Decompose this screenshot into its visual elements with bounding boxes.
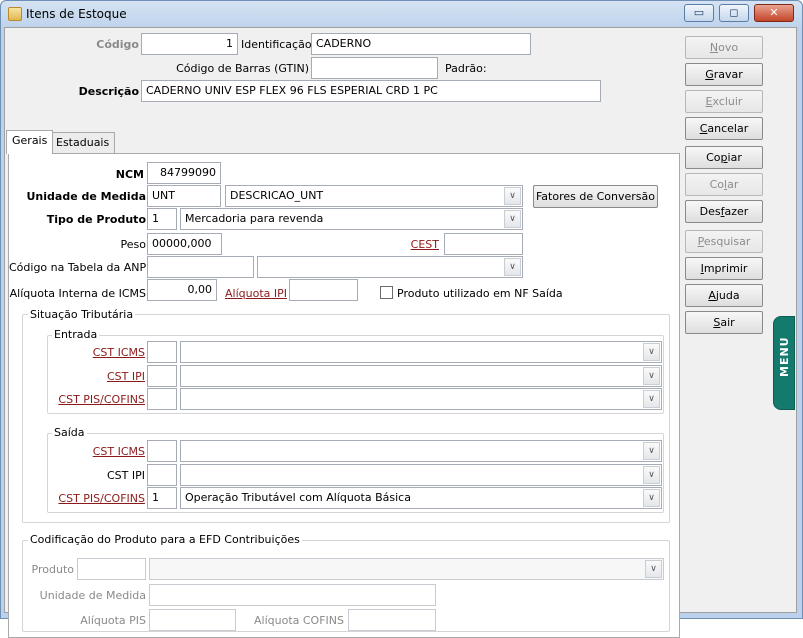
saida-cst-ipi-code[interactable] (147, 464, 177, 486)
entrada-cst-pis-cofins-link[interactable]: CST PIS/COFINS (49, 393, 145, 406)
ncm-field[interactable]: 84799090 (147, 162, 221, 184)
saida-cst-ipi-combo[interactable]: ∨ (180, 464, 662, 486)
icms-field[interactable]: 0,00 (147, 279, 217, 301)
ipi-field[interactable] (289, 279, 358, 301)
title-bar[interactable]: Itens de Estoque ▭ ◻ ✕ (1, 1, 802, 28)
peso-field[interactable]: 00000,000 (147, 233, 222, 255)
saida-cst-pis-cofins-combo[interactable]: Operação Tributável com Alíquota Básica … (180, 487, 662, 509)
identificacao-field[interactable]: CADERNO (311, 33, 531, 55)
aliquota-ipi-link[interactable]: Alíquota IPI (225, 287, 287, 300)
form-client-area: Código 1 Identificação CADERNO Código de… (4, 27, 797, 638)
anp-label: Código na Tabela da ANP (9, 261, 147, 274)
colar-button[interactable]: Colar (685, 173, 763, 196)
situacao-tributaria-title: Situação Tributária (28, 308, 136, 321)
unidade-combo[interactable]: DESCRICAO_UNT ∨ (225, 185, 523, 207)
entrada-cst-icms-link[interactable]: CST ICMS (49, 346, 145, 359)
tab-estaduais[interactable]: Estaduais (50, 132, 116, 153)
saida-cst-pis-cofins-desc: Operação Tributável com Alíquota Básica (185, 491, 411, 504)
entrada-cst-icms-combo[interactable]: ∨ (180, 341, 662, 363)
entrada-title: Entrada (52, 328, 100, 341)
tab-gerais[interactable]: Gerais (6, 130, 54, 154)
fatores-conversao-button[interactable]: Fatores de Conversão (533, 185, 658, 208)
cest-field[interactable] (444, 233, 523, 255)
efd-pis-label: Alíquota PIS (80, 614, 146, 627)
side-menu-label: MENU (778, 336, 791, 377)
app-icon (8, 7, 22, 21)
entrada-cst-pis-cofins-code[interactable] (147, 388, 177, 410)
saida-cst-ipi-label: CST IPI (106, 469, 145, 482)
efd-unidade-label: Unidade de Medida (39, 589, 146, 602)
saida-cst-pis-cofins-code[interactable]: 1 (147, 487, 177, 509)
unidade-code-field[interactable]: UNT (147, 185, 221, 207)
imprimir-button[interactable]: Imprimir (685, 257, 763, 280)
novo-button[interactable]: Novo (685, 36, 763, 59)
codigo-label: Código (96, 38, 139, 51)
descricao-field[interactable]: CADERNO UNIV ESP FLEX 96 FLS ESPERIAL CR… (141, 80, 601, 102)
side-menu-tab[interactable]: MENU (773, 316, 795, 410)
chevron-down-icon[interactable]: ∨ (643, 390, 660, 408)
saida-cst-icms-link[interactable]: CST ICMS (49, 445, 145, 458)
efd-produto-label: Produto (31, 563, 74, 576)
icms-label: Alíquota Interna de ICMS (9, 287, 146, 300)
tipo-produto-label: Tipo de Produto (46, 213, 146, 226)
identificacao-label: Identificação (241, 38, 312, 51)
unidade-label: Unidade de Medida (26, 190, 146, 203)
chevron-down-icon[interactable]: ∨ (504, 210, 521, 228)
cancelar-button[interactable]: Cancelar (685, 117, 763, 140)
chevron-down-icon[interactable]: ∨ (504, 187, 521, 205)
excluir-button[interactable]: Excluir (685, 90, 763, 113)
saida-cst-icms-combo[interactable]: ∨ (180, 440, 662, 462)
nf-saida-checkbox[interactable] (380, 286, 393, 299)
ajuda-button[interactable]: Ajuda (685, 284, 763, 307)
descricao-label: Descrição (78, 85, 139, 98)
saida-cst-icms-code[interactable] (147, 440, 177, 462)
pesquisar-button[interactable]: Pesquisar (685, 230, 763, 253)
gerais-panel: NCM 84799090 Unidade de Medida UNT DESCR… (8, 153, 680, 638)
barcode-label: Código de Barras (GTIN) (176, 62, 309, 75)
saida-cst-pis-cofins-link[interactable]: CST PIS/COFINS (49, 492, 145, 505)
efd-produto-code[interactable] (77, 558, 146, 580)
unidade-desc-text: DESCRICAO_UNT (230, 189, 324, 202)
ncm-label: NCM (115, 168, 144, 181)
tipo-code-field[interactable]: 1 (147, 208, 177, 230)
codigo-field[interactable]: 1 (141, 33, 238, 55)
chevron-down-icon[interactable]: ∨ (643, 367, 660, 385)
efd-unidade-field[interactable] (149, 584, 436, 606)
efd-produto-combo[interactable]: ∨ (149, 558, 664, 580)
tipo-combo[interactable]: Mercadoria para revenda ∨ (180, 208, 523, 230)
desfazer-button[interactable]: Desfazer (685, 200, 763, 223)
entrada-cst-ipi-code[interactable] (147, 365, 177, 387)
minimize-button[interactable]: ▭ (684, 4, 714, 22)
chevron-down-icon[interactable]: ∨ (643, 489, 660, 507)
sair-button[interactable]: Sair (685, 311, 763, 334)
maximize-button[interactable]: ◻ (719, 4, 749, 22)
window-title: Itens de Estoque (26, 7, 127, 21)
cest-link[interactable]: CEST (399, 238, 439, 251)
padrao-label: Padrão: (445, 62, 487, 75)
peso-label: Peso (120, 238, 146, 251)
saida-title: Saída (52, 426, 87, 439)
anp-code-field[interactable] (147, 256, 254, 278)
anp-combo[interactable]: ∨ (257, 256, 523, 278)
gravar-button[interactable]: Gravar (685, 63, 763, 86)
efd-title: Codificação do Produto para a EFD Contri… (28, 533, 302, 546)
nf-saida-label: Produto utilizado em NF Saída (397, 287, 563, 300)
chevron-down-icon[interactable]: ∨ (643, 442, 660, 460)
chevron-down-icon[interactable]: ∨ (504, 258, 521, 276)
copiar-button[interactable]: Copiar (685, 146, 763, 169)
entrada-cst-pis-cofins-combo[interactable]: ∨ (180, 388, 662, 410)
chevron-down-icon[interactable]: ∨ (643, 343, 660, 361)
entrada-cst-ipi-link[interactable]: CST IPI (49, 370, 145, 383)
chevron-down-icon[interactable]: ∨ (645, 560, 662, 578)
efd-pis-field[interactable] (149, 609, 236, 631)
tipo-desc-text: Mercadoria para revenda (185, 212, 324, 225)
entrada-cst-ipi-combo[interactable]: ∨ (180, 365, 662, 387)
chevron-down-icon[interactable]: ∨ (643, 466, 660, 484)
efd-cofins-label: Alíquota COFINS (254, 614, 344, 627)
barcode-field[interactable] (311, 57, 438, 79)
entrada-cst-icms-code[interactable] (147, 341, 177, 363)
efd-cofins-field[interactable] (348, 609, 436, 631)
close-button[interactable]: ✕ (754, 4, 794, 22)
